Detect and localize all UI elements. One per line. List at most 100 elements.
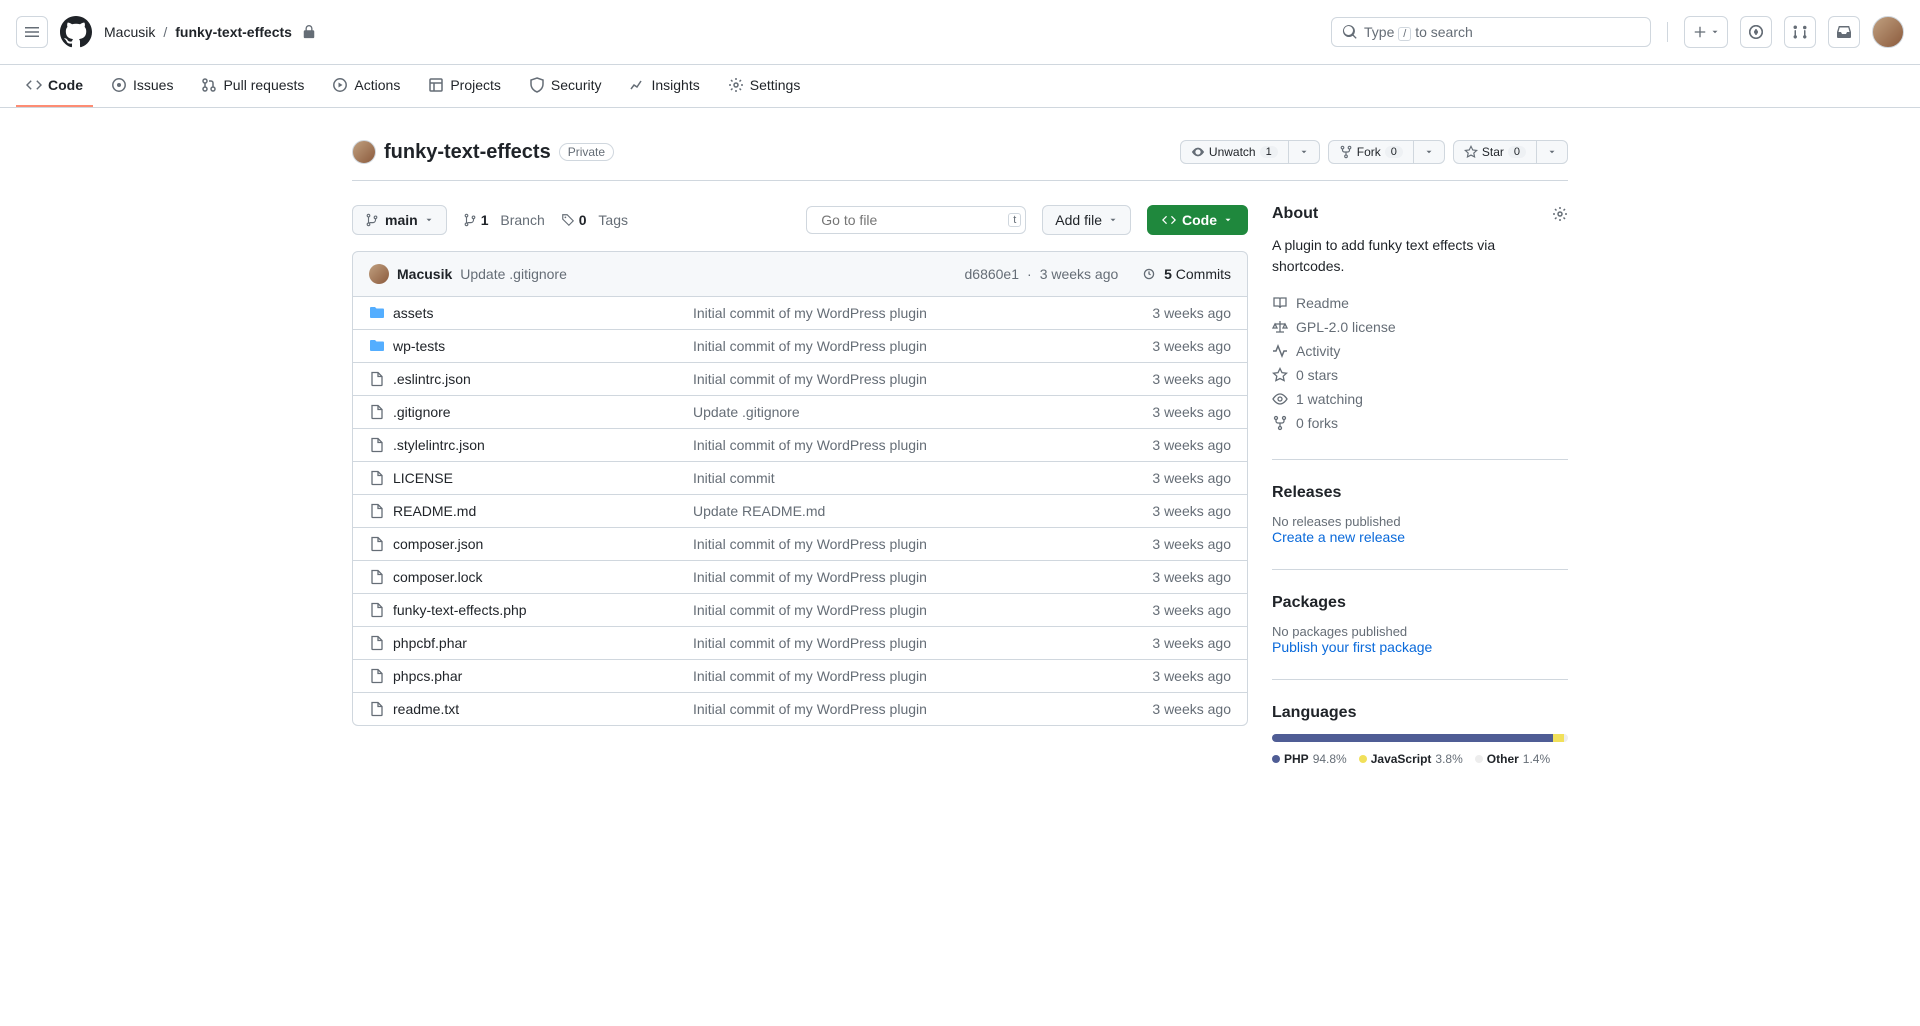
issues-header-button[interactable]	[1740, 16, 1772, 48]
commit-message-link[interactable]: Initial commit of my WordPress plugin	[693, 635, 1111, 651]
pulls-header-button[interactable]	[1784, 16, 1816, 48]
watching-link[interactable]: 1 watching	[1272, 387, 1568, 411]
code-icon	[1162, 213, 1176, 227]
file-time: 3 weeks ago	[1111, 404, 1231, 420]
commit-author-avatar[interactable]	[369, 264, 389, 284]
readme-link[interactable]: Readme	[1272, 291, 1568, 315]
commit-time: 3 weeks ago	[1040, 266, 1119, 282]
go-to-file-input[interactable]: t	[806, 206, 1026, 234]
file-name-link[interactable]: composer.lock	[393, 569, 482, 585]
code-button[interactable]: Code	[1147, 205, 1248, 235]
language-item[interactable]: PHP 94.8%	[1272, 752, 1347, 766]
repo-owner-avatar[interactable]	[352, 140, 376, 164]
tab-projects[interactable]: Projects	[418, 65, 511, 107]
file-icon	[369, 503, 393, 519]
file-time: 3 weeks ago	[1111, 569, 1231, 585]
table-icon	[428, 77, 444, 93]
commits-link[interactable]: 5 Commits	[1164, 266, 1231, 282]
languages-list: PHP 94.8% JavaScript 3.8% Other 1.4%	[1272, 752, 1568, 766]
commit-message-link[interactable]: Initial commit of my WordPress plugin	[693, 338, 1111, 354]
file-time: 3 weeks ago	[1111, 602, 1231, 618]
tab-issues[interactable]: Issues	[101, 65, 183, 107]
tab-security[interactable]: Security	[519, 65, 612, 107]
star-button-group[interactable]: Star0	[1453, 140, 1568, 164]
fork-button-group[interactable]: Fork0	[1328, 140, 1445, 164]
star-icon	[1464, 145, 1478, 159]
commit-message-link[interactable]: Initial commit of my WordPress plugin	[693, 371, 1111, 387]
gear-icon[interactable]	[1552, 206, 1568, 222]
file-name-link[interactable]: funky-text-effects.php	[393, 602, 527, 618]
file-name-link[interactable]: phpcbf.phar	[393, 635, 467, 651]
file-name-link[interactable]: README.md	[393, 503, 476, 519]
pull-request-icon	[1792, 24, 1808, 40]
tab-insights[interactable]: Insights	[619, 65, 709, 107]
breadcrumb-owner[interactable]: Macusik	[104, 24, 155, 40]
branch-selector[interactable]: main	[352, 205, 447, 235]
file-time: 3 weeks ago	[1111, 338, 1231, 354]
add-dropdown-button[interactable]	[1684, 16, 1728, 48]
tab-pulls[interactable]: Pull requests	[191, 65, 314, 107]
breadcrumb-repo[interactable]: funky-text-effects	[175, 24, 292, 40]
stars-link[interactable]: 0 stars	[1272, 363, 1568, 387]
file-time: 3 weeks ago	[1111, 503, 1231, 519]
file-icon	[369, 536, 393, 552]
commit-message-link[interactable]: Initial commit of my WordPress plugin	[693, 668, 1111, 684]
git-branch-icon	[463, 213, 477, 227]
file-name-link[interactable]: phpcs.phar	[393, 668, 462, 684]
file-name-link[interactable]: .stylelintrc.json	[393, 437, 485, 453]
table-row: README.md Update README.md3 weeks ago	[353, 494, 1247, 527]
commit-message-link[interactable]: Initial commit	[693, 470, 1111, 486]
fork-icon	[1272, 415, 1288, 431]
language-segment[interactable]	[1564, 734, 1568, 742]
tab-actions[interactable]: Actions	[322, 65, 410, 107]
github-logo-icon[interactable]	[60, 16, 92, 48]
file-name-link[interactable]: LICENSE	[393, 470, 453, 486]
commit-message-link[interactable]: Initial commit of my WordPress plugin	[693, 701, 1111, 717]
releases-heading[interactable]: Releases	[1272, 484, 1568, 502]
publish-package-link[interactable]: Publish your first package	[1272, 639, 1432, 655]
create-release-link[interactable]: Create a new release	[1272, 529, 1405, 545]
lock-icon	[302, 25, 316, 39]
user-avatar[interactable]	[1872, 16, 1904, 48]
commit-message-link[interactable]: Initial commit of my WordPress plugin	[693, 437, 1111, 453]
commit-message-link[interactable]: Initial commit of my WordPress plugin	[693, 536, 1111, 552]
license-link[interactable]: GPL-2.0 license	[1272, 315, 1568, 339]
language-item[interactable]: JavaScript 3.8%	[1359, 752, 1463, 766]
commit-message-link[interactable]: Initial commit of my WordPress plugin	[693, 569, 1111, 585]
branches-link[interactable]: 1 Branch	[463, 212, 545, 228]
notifications-button[interactable]	[1828, 16, 1860, 48]
file-name-link[interactable]: .eslintrc.json	[393, 371, 471, 387]
packages-heading[interactable]: Packages	[1272, 594, 1568, 612]
file-icon	[369, 602, 393, 618]
search-input[interactable]: Type / to search	[1331, 17, 1651, 47]
language-item[interactable]: Other 1.4%	[1475, 752, 1550, 766]
commit-message-link[interactable]: Update .gitignore	[693, 404, 1111, 420]
tag-icon	[561, 213, 575, 227]
hamburger-menu-button[interactable]	[16, 16, 48, 48]
commit-author[interactable]: Macusik	[397, 266, 452, 282]
language-segment[interactable]	[1272, 734, 1553, 742]
file-name-link[interactable]: assets	[393, 305, 433, 321]
file-name-link[interactable]: readme.txt	[393, 701, 459, 717]
commit-message-link[interactable]: Initial commit of my WordPress plugin	[693, 305, 1111, 321]
tags-link[interactable]: 0 Tags	[561, 212, 628, 228]
inbox-icon	[1836, 24, 1852, 40]
tab-code[interactable]: Code	[16, 65, 93, 107]
about-description: A plugin to add funky text effects via s…	[1272, 235, 1568, 277]
file-name-link[interactable]: .gitignore	[393, 404, 451, 420]
activity-link[interactable]: Activity	[1272, 339, 1568, 363]
book-icon	[1272, 295, 1288, 311]
repo-title: funky-text-effects	[384, 141, 551, 164]
forks-link[interactable]: 0 forks	[1272, 411, 1568, 435]
language-segment[interactable]	[1553, 734, 1564, 742]
commit-message-link[interactable]: Update README.md	[693, 503, 1111, 519]
languages-heading: Languages	[1272, 704, 1568, 722]
file-name-link[interactable]: composer.json	[393, 536, 483, 552]
tab-settings[interactable]: Settings	[718, 65, 811, 107]
commit-message-link[interactable]: Initial commit of my WordPress plugin	[693, 602, 1111, 618]
commit-message[interactable]: Update .gitignore	[460, 266, 567, 282]
add-file-button[interactable]: Add file	[1042, 205, 1131, 235]
commit-sha[interactable]: d6860e1	[965, 266, 1020, 282]
unwatch-button-group[interactable]: Unwatch1	[1180, 140, 1320, 164]
file-name-link[interactable]: wp-tests	[393, 338, 445, 354]
